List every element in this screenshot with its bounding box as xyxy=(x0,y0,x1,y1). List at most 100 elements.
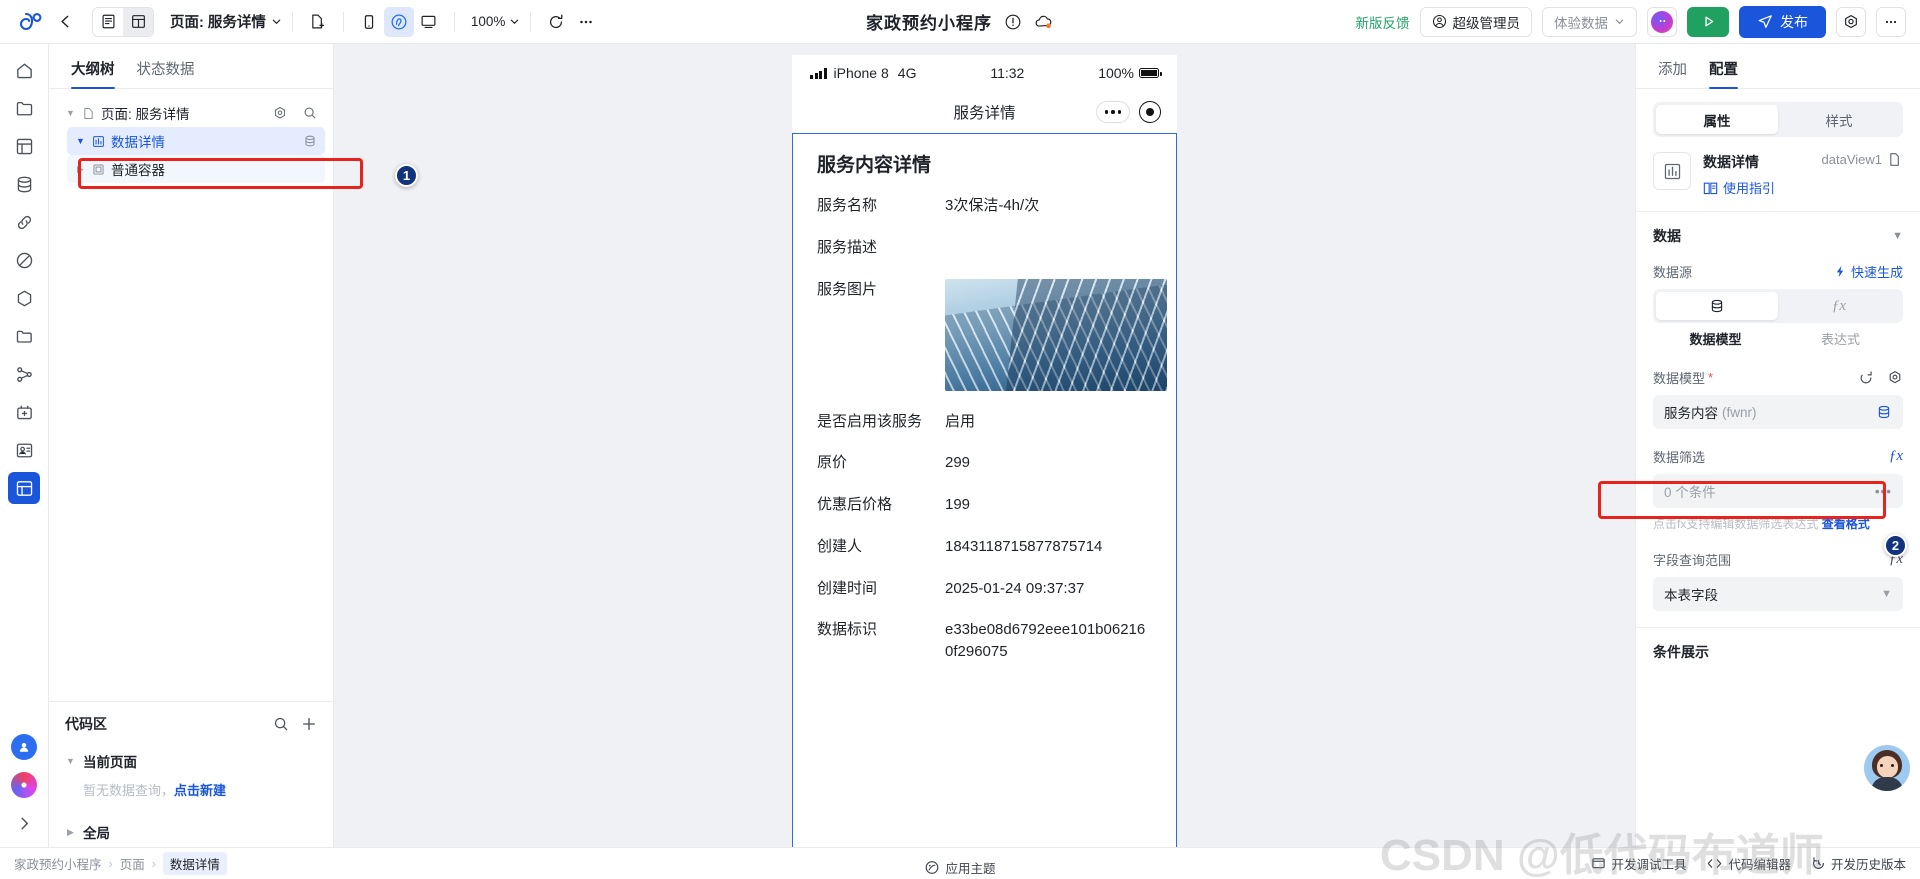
interaction-preview-icon[interactable] xyxy=(383,6,414,37)
detail-value: 2025-01-24 09:37:37 xyxy=(945,579,1085,597)
layout-view-button[interactable] xyxy=(123,7,153,36)
tree-node-container[interactable]: ▶ 普通容器 xyxy=(67,155,325,183)
publish-button[interactable]: 发布 xyxy=(1739,5,1826,38)
rail-ai-avatar[interactable] xyxy=(8,769,40,801)
detail-row: 原价 299 xyxy=(817,452,1152,474)
debug-tool-button[interactable]: 开发调试工具 xyxy=(1591,854,1686,873)
rail-module-icon[interactable] xyxy=(8,282,40,314)
apply-theme-button[interactable]: 应用主题 xyxy=(924,858,996,877)
info-icon[interactable] xyxy=(1004,13,1022,31)
add-page-icon[interactable] xyxy=(303,7,333,37)
tab-outline-tree[interactable]: 大纲树 xyxy=(71,58,115,89)
rail-permission-icon[interactable] xyxy=(8,244,40,276)
segment-style[interactable]: 样式 xyxy=(1778,105,1900,134)
rail-plugin-icon[interactable] xyxy=(8,396,40,428)
data-model-select[interactable]: 服务内容 (fwnr) xyxy=(1653,395,1903,429)
refresh-model-icon[interactable] xyxy=(1858,370,1874,386)
chevron-down-icon[interactable]: ▼ xyxy=(1892,230,1903,242)
tab-config[interactable]: 配置 xyxy=(1709,58,1738,89)
rail-pages-icon[interactable] xyxy=(8,92,40,124)
rail-user-avatar[interactable] xyxy=(8,731,40,763)
preview-run-button[interactable] xyxy=(1687,6,1729,37)
detail-label: 优惠后价格 xyxy=(817,496,893,513)
code-global-node[interactable]: ▶ 全局 xyxy=(65,817,317,847)
page-view-button[interactable] xyxy=(93,8,123,36)
more-options-icon[interactable] xyxy=(571,7,601,37)
segment-attribute[interactable]: 属性 xyxy=(1656,105,1778,134)
condition-section-header[interactable]: 条件展示 xyxy=(1653,642,1903,662)
detail-row: 数据标识 e33be08d6792eee101b062160f296075 xyxy=(817,619,1152,663)
detail-value: 3次保洁-4h/次 xyxy=(945,197,1040,214)
back-button[interactable] xyxy=(50,7,80,37)
data-filter-value: 0 个条件 xyxy=(1664,485,1716,500)
fx-icon[interactable]: ƒx xyxy=(1889,448,1903,465)
rail-assets-icon[interactable] xyxy=(8,320,40,352)
rail-database-icon[interactable] xyxy=(8,168,40,200)
tree-search-icon[interactable] xyxy=(303,106,317,120)
data-mode-selector[interactable]: 体验数据 xyxy=(1542,6,1637,37)
breadcrumb: 家政预约小程序 › 页面 › 数据详情 xyxy=(14,852,227,875)
caret-right-icon[interactable]: ▶ xyxy=(75,164,86,175)
role-button[interactable]: 超级管理员 xyxy=(1419,6,1532,37)
field-scope-value: 本表字段 xyxy=(1664,588,1718,603)
cloud-status-icon[interactable] xyxy=(1034,13,1054,31)
settings-icon[interactable] xyxy=(1836,6,1866,37)
code-search-icon[interactable] xyxy=(273,716,289,732)
quick-generate-button[interactable]: 快速生成 xyxy=(1834,262,1903,281)
detail-label: 服务名称 xyxy=(817,197,878,214)
code-current-page-node[interactable]: ▼ 当前页面 xyxy=(65,746,317,776)
data-section-header[interactable]: 数据 ▼ xyxy=(1653,226,1903,246)
field-scope-select[interactable]: 本表字段 ▼ xyxy=(1653,577,1903,611)
mobile-preview-icon[interactable] xyxy=(354,7,384,37)
copy-icon[interactable] xyxy=(1888,152,1903,167)
feedback-link[interactable]: 新版反馈 xyxy=(1356,12,1410,32)
filter-more-icon[interactable]: ••• xyxy=(1875,484,1892,499)
filter-hint-link[interactable]: 查看格式 xyxy=(1822,517,1870,531)
signal-icon xyxy=(810,67,827,79)
rail-users-icon[interactable] xyxy=(8,434,40,466)
ai-assistant-button[interactable] xyxy=(1647,6,1677,37)
tree-node-page[interactable]: ▼ 页面: 服务详情 xyxy=(57,99,325,127)
component-name: 数据详情 xyxy=(1703,154,1759,170)
chevron-down-icon xyxy=(272,19,281,25)
code-create-link[interactable]: 点击新建 xyxy=(174,783,226,798)
page-selector[interactable]: 页面: 服务详情 xyxy=(170,11,282,32)
code-add-icon[interactable] xyxy=(301,716,317,732)
history-version-button[interactable]: 开发历史版本 xyxy=(1811,854,1906,873)
caret-down-icon[interactable]: ▼ xyxy=(65,108,76,118)
breadcrumb-item-app[interactable]: 家政预约小程序 xyxy=(14,854,102,873)
rail-flow-icon[interactable] xyxy=(8,358,40,390)
rail-editor-icon[interactable] xyxy=(8,472,40,504)
refresh-icon[interactable] xyxy=(541,7,571,37)
caret-right-icon[interactable]: ▶ xyxy=(65,827,76,838)
usage-guide-link[interactable]: 使用指引 xyxy=(1703,178,1775,197)
caret-down-icon[interactable]: ▼ xyxy=(65,756,76,766)
capsule-menu-icon[interactable] xyxy=(1096,101,1130,123)
code-editor-button[interactable]: 代码编辑器 xyxy=(1706,854,1791,873)
breadcrumb-item-current[interactable]: 数据详情 xyxy=(162,852,227,875)
tab-add[interactable]: 添加 xyxy=(1658,58,1687,88)
tree-node-dataview[interactable]: ▼ 数据详情 xyxy=(67,127,325,155)
data-source-label: 数据源 xyxy=(1653,265,1693,280)
rail-link-icon[interactable] xyxy=(8,206,40,238)
desktop-preview-icon[interactable] xyxy=(414,7,444,37)
rail-home-icon[interactable] xyxy=(8,54,40,86)
zoom-selector[interactable]: 100% xyxy=(471,14,521,29)
source-type-model[interactable] xyxy=(1656,292,1778,320)
page-settings-icon[interactable] xyxy=(273,106,287,120)
battery-icon xyxy=(1139,68,1162,78)
model-settings-icon[interactable] xyxy=(1887,370,1903,386)
caret-down-icon[interactable]: ▼ xyxy=(75,136,86,146)
capsule-close-icon[interactable] xyxy=(1139,101,1161,123)
ai-avatar xyxy=(11,772,37,798)
topbar-more-icon[interactable] xyxy=(1876,6,1906,37)
data-filter-field[interactable]: 0 个条件 ••• xyxy=(1653,474,1903,508)
chatbot-avatar-button[interactable] xyxy=(1864,745,1910,791)
view-mode-segment[interactable] xyxy=(92,6,154,37)
breadcrumb-item-page[interactable]: 页面 xyxy=(120,854,145,873)
tab-state-data[interactable]: 状态数据 xyxy=(137,58,195,88)
source-type-expression[interactable]: ƒx xyxy=(1778,292,1900,320)
rail-components-icon[interactable] xyxy=(8,130,40,162)
code-area-title: 代码区 xyxy=(65,716,107,732)
rail-expand-icon[interactable] xyxy=(8,807,40,839)
